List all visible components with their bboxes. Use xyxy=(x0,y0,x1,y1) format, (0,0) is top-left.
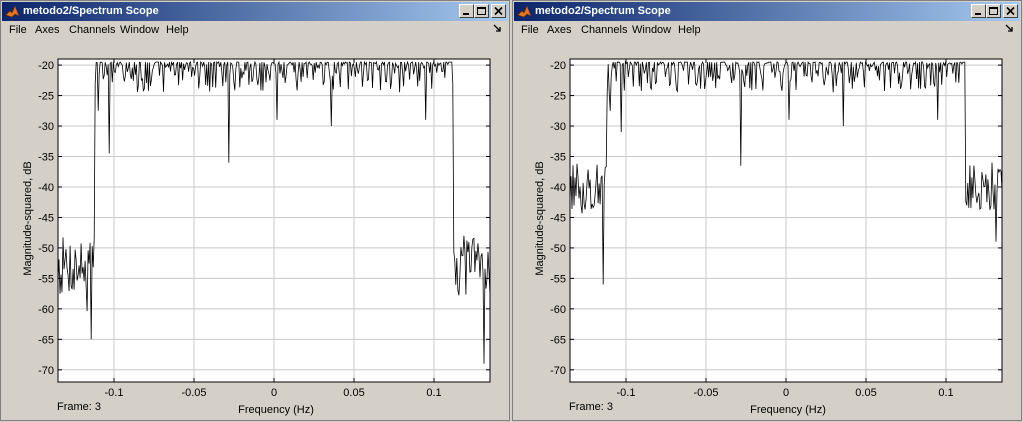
y-axis-label: Magnitude-squared, dB xyxy=(534,161,546,275)
y-tick-label: -45 xyxy=(550,212,566,224)
y-tick-label: -30 xyxy=(550,121,566,133)
x-tick-label: -0.1 xyxy=(617,387,636,399)
y-tick-label: -60 xyxy=(38,304,54,316)
y-tick-label: -20 xyxy=(550,60,566,72)
y-tick-label: -70 xyxy=(550,365,566,377)
y-tick-label: -65 xyxy=(550,334,566,346)
y-tick-label: -50 xyxy=(38,243,54,255)
y-tick-label: -35 xyxy=(550,152,566,164)
x-tick-label: 0.05 xyxy=(343,387,364,399)
spectrum-scope-window-1: metodo2/Spectrum Scope File Axes Channel… xyxy=(0,0,510,421)
y-tick-label: -25 xyxy=(550,91,566,103)
x-tick-label: 0.05 xyxy=(855,387,876,399)
x-tick-label: 0.1 xyxy=(426,387,441,399)
x-tick-label: -0.05 xyxy=(693,387,718,399)
y-axis-label: Magnitude-squared, dB xyxy=(22,161,34,275)
y-tick-label: -45 xyxy=(38,212,54,224)
spectrum-plot: -20 -25 -30 -35 -40 -45 -50 -55 -60 -65 -70 -0.1 -0.… xyxy=(22,58,491,416)
spectrum-plot: -20 -25 -30 -35 -40 -45 -50 -55 -60 -65 -70 -0.1 -0.… xyxy=(534,58,1003,416)
y-tick-label: -55 xyxy=(38,273,54,285)
x-tick-label: 0.1 xyxy=(938,387,953,399)
y-tick-label: -40 xyxy=(550,182,566,194)
x-tick-label: 0 xyxy=(783,387,789,399)
x-axis-label: Frequency (Hz) xyxy=(750,404,826,416)
y-tick-label: -50 xyxy=(550,243,566,255)
y-tick-label: -25 xyxy=(38,91,54,103)
y-tick-label: -55 xyxy=(550,273,566,285)
y-tick-label: -35 xyxy=(38,152,54,164)
frame-label: Frame: 3 xyxy=(569,401,614,413)
spectrum-scope-window-2: metodo2/Spectrum Scope File Axes Channel… xyxy=(512,0,1022,421)
y-tick-label: -40 xyxy=(38,182,54,194)
y-tick-label: -60 xyxy=(550,304,566,316)
frame-label: Frame: 3 xyxy=(57,401,102,413)
y-tick-label: -30 xyxy=(38,121,54,133)
x-axis-label: Frequency (Hz) xyxy=(238,404,314,416)
x-tick-label: -0.05 xyxy=(181,387,206,399)
y-tick-label: -65 xyxy=(38,334,54,346)
y-tick-label: -70 xyxy=(38,365,54,377)
x-tick-label: -0.1 xyxy=(105,387,124,399)
y-tick-label: -20 xyxy=(38,60,54,72)
x-tick-label: 0 xyxy=(271,387,277,399)
